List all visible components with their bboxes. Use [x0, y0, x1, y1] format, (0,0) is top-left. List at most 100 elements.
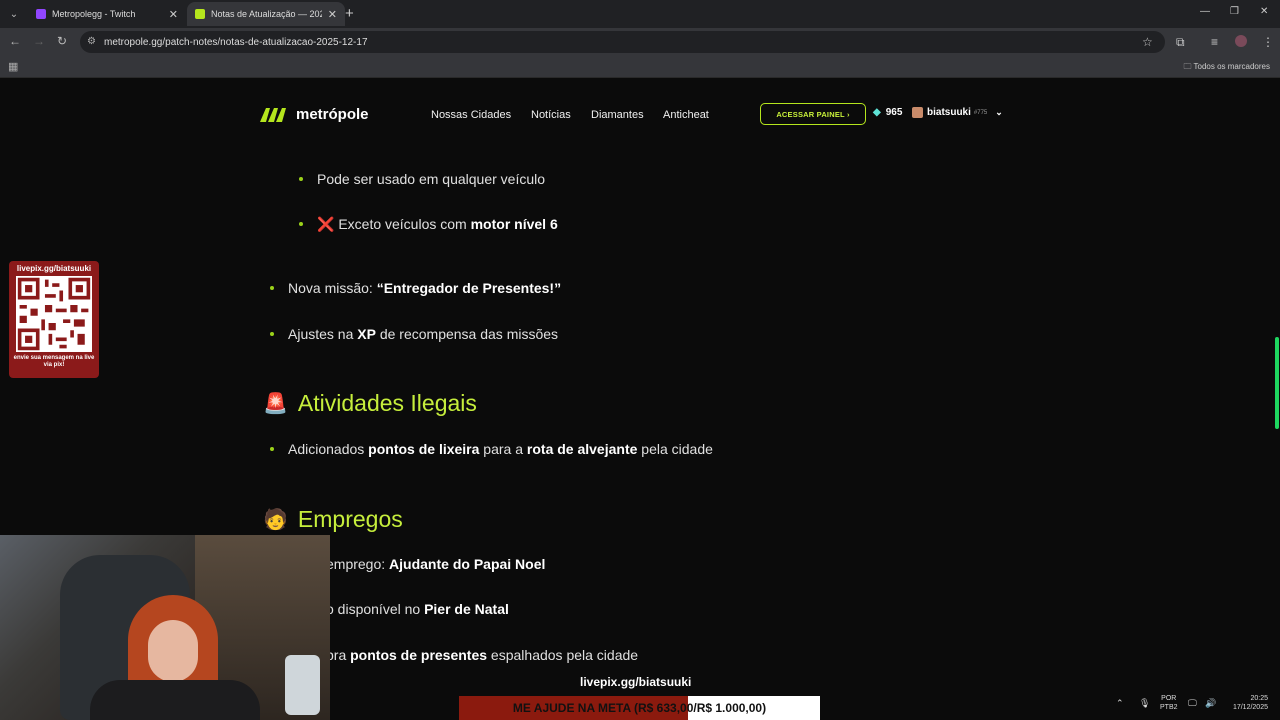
all-bookmarks-button[interactable]: 🗀 Todos os marcadores	[1183, 61, 1270, 75]
bullet-icon	[270, 332, 274, 336]
nav-diamantes[interactable]: Diamantes	[591, 109, 644, 121]
worker-icon: 🧑	[263, 509, 288, 531]
item-text: Pode ser usado em qualquer veículo	[317, 171, 546, 187]
streamer-shirt	[90, 680, 260, 720]
bold-text: pontos de presentes	[350, 647, 488, 663]
qr-code	[16, 276, 92, 352]
tab-title: Notas de Atualização — 2025.1	[211, 9, 322, 19]
bullet-icon	[299, 177, 303, 181]
list-item: bra pontos de presentes espalhados pela …	[326, 647, 638, 663]
user-menu[interactable]: biatsuuki #775 ⌄	[912, 107, 1003, 118]
reload-icon[interactable]: ↻	[57, 34, 67, 48]
browser-toolbar: ← → ↻ ⚙ metropole.gg/patch-notes/notas-d…	[0, 28, 1280, 56]
bold-text: rota de alvejante	[526, 441, 638, 457]
bullet-icon	[270, 447, 274, 451]
logo-text: metrópole	[296, 105, 369, 123]
chevron-down-icon: ⌄	[995, 107, 1003, 117]
back-icon[interactable]: ←	[9, 34, 21, 48]
twitch-favicon-icon	[36, 9, 46, 19]
livepix-qr-card: livepix.gg/biatsuuki envie sua mensagem …	[9, 261, 99, 378]
lang-code: POR	[1161, 695, 1177, 702]
diamond-balance: ◆ 965	[873, 107, 902, 118]
username: biatsuuki	[927, 107, 971, 118]
item-text: ❌ Exceto veículos com	[317, 216, 471, 232]
diamond-icon: ◆	[873, 107, 881, 118]
tab-twitch[interactable]: Metropolegg - Twitch ✕	[28, 2, 186, 26]
list-item: emprego: Ajudante do Papai Noel	[326, 556, 545, 572]
close-tab-icon[interactable]: ✕	[328, 8, 337, 21]
clock[interactable]: 20:25 17/12/2025	[1224, 694, 1268, 712]
tab-patch-notes[interactable]: Notas de Atualização — 2025.1 ✕	[187, 2, 345, 26]
item-text: Ajustes na	[288, 326, 358, 342]
goal-text: ME AJUDE NA META (R$ 633,00/R$ 1.000,00)	[512, 701, 767, 715]
language-indicator[interactable]: POR PTB2	[1160, 694, 1178, 712]
clock-time: 20:25	[1250, 695, 1268, 702]
webcam-feed	[0, 535, 330, 720]
list-item: o disponível no Pier de Natal	[326, 601, 509, 617]
minimize-icon[interactable]: —	[1200, 6, 1210, 17]
tab-strip: ⌄ Metropolegg - Twitch ✕ Notas de Atuali…	[0, 0, 1280, 28]
metropole-logo-icon	[260, 108, 286, 122]
media-control-icon[interactable]: ≡	[1211, 35, 1218, 49]
qr-caption: envie sua mensagem na live via pix!	[13, 355, 95, 368]
close-window-icon[interactable]: ✕	[1260, 6, 1268, 17]
section-heading: 🧑 Empregos	[263, 506, 403, 533]
item-text: para a	[479, 441, 527, 457]
menu-icon[interactable]: ⋮	[1262, 35, 1274, 49]
qr-url: livepix.gg/biatsuuki	[16, 264, 92, 273]
tab-title: Metropolegg - Twitch	[52, 9, 136, 19]
streamer-face	[148, 620, 198, 682]
bold-text: XP	[357, 326, 376, 342]
goal-title: livepix.gg/biatsuuki	[580, 675, 692, 689]
list-item: Ajustes na XP de recompensa das missões	[270, 326, 559, 342]
nav-anticheat[interactable]: Anticheat	[663, 109, 709, 121]
goal-progress-bar: ME AJUDE NA META (R$ 633,00/R$ 1.000,00)	[459, 696, 820, 720]
item-text: Adicionados	[288, 441, 369, 457]
item-text: de recompensa das missões	[375, 326, 559, 342]
nav-noticias[interactable]: Notícias	[531, 109, 571, 121]
scroll-indicator[interactable]	[1275, 337, 1279, 429]
item-text: pela cidade	[637, 441, 713, 457]
bookmarks-bar: ▦ 🗀 Todos os marcadores	[0, 56, 1280, 78]
site-info-icon[interactable]: ⚙	[87, 36, 96, 47]
new-tab-icon[interactable]: +	[345, 5, 354, 22]
bullet-icon	[270, 286, 274, 290]
extensions-icon[interactable]: ⧉	[1176, 35, 1185, 50]
nav-nossas-cidades[interactable]: Nossas Cidades	[431, 109, 511, 121]
bold-text: Ajudante do Papai Noel	[389, 556, 546, 572]
tumbler-cup	[285, 655, 320, 715]
item-text: o disponível no	[326, 601, 425, 617]
bold-text: “Entregador de Presentes!”	[376, 280, 562, 296]
profile-avatar[interactable]	[1235, 35, 1247, 47]
bold-text: motor nível 6	[470, 216, 558, 232]
bold-text: pontos de lixeira	[368, 441, 480, 457]
section-heading: 🚨 Atividades Ilegais	[263, 390, 477, 417]
siren-icon: 🚨	[263, 393, 288, 415]
bullet-icon	[299, 222, 303, 226]
list-item: Adicionados pontos de lixeira para a rot…	[270, 441, 713, 457]
section-title: Empregos	[297, 506, 403, 532]
metropole-favicon-icon	[195, 9, 205, 19]
access-panel-button[interactable]: ACESSAR PAINEL ›	[760, 103, 866, 125]
tray-chevron-icon[interactable]: ⌃	[1116, 698, 1124, 709]
restore-icon[interactable]: ❐	[1230, 6, 1239, 17]
bookmark-star-icon[interactable]: ☆	[1142, 35, 1153, 49]
tab-search-button[interactable]: ⌄	[4, 4, 24, 24]
item-text: espalhados pela cidade	[487, 647, 639, 663]
network-icon[interactable]: 🖵	[1188, 698, 1197, 709]
volume-icon[interactable]: 🔊	[1205, 698, 1216, 709]
microphone-icon[interactable]: 🎙	[1139, 698, 1150, 709]
layout-code: PTB2	[1160, 704, 1178, 711]
apps-grid-icon[interactable]: ▦	[8, 60, 18, 73]
site-header: metrópole Nossas Cidades Notícias Diaman…	[258, 100, 1018, 130]
forward-icon[interactable]: →	[33, 34, 45, 48]
site-logo[interactable]: metrópole	[258, 104, 369, 124]
close-tab-icon[interactable]: ✕	[169, 8, 178, 21]
list-item: ❌ Exceto veículos com motor nível 6	[299, 216, 558, 233]
item-text: emprego:	[326, 556, 390, 572]
section-title: Atividades Ilegais	[297, 390, 477, 416]
avatar	[912, 107, 923, 118]
bold-text: Pier de Natal	[424, 601, 509, 617]
item-text: Nova missão:	[288, 280, 377, 296]
address-bar[interactable]: ⚙ metropole.gg/patch-notes/notas-de-atua…	[80, 31, 1165, 53]
